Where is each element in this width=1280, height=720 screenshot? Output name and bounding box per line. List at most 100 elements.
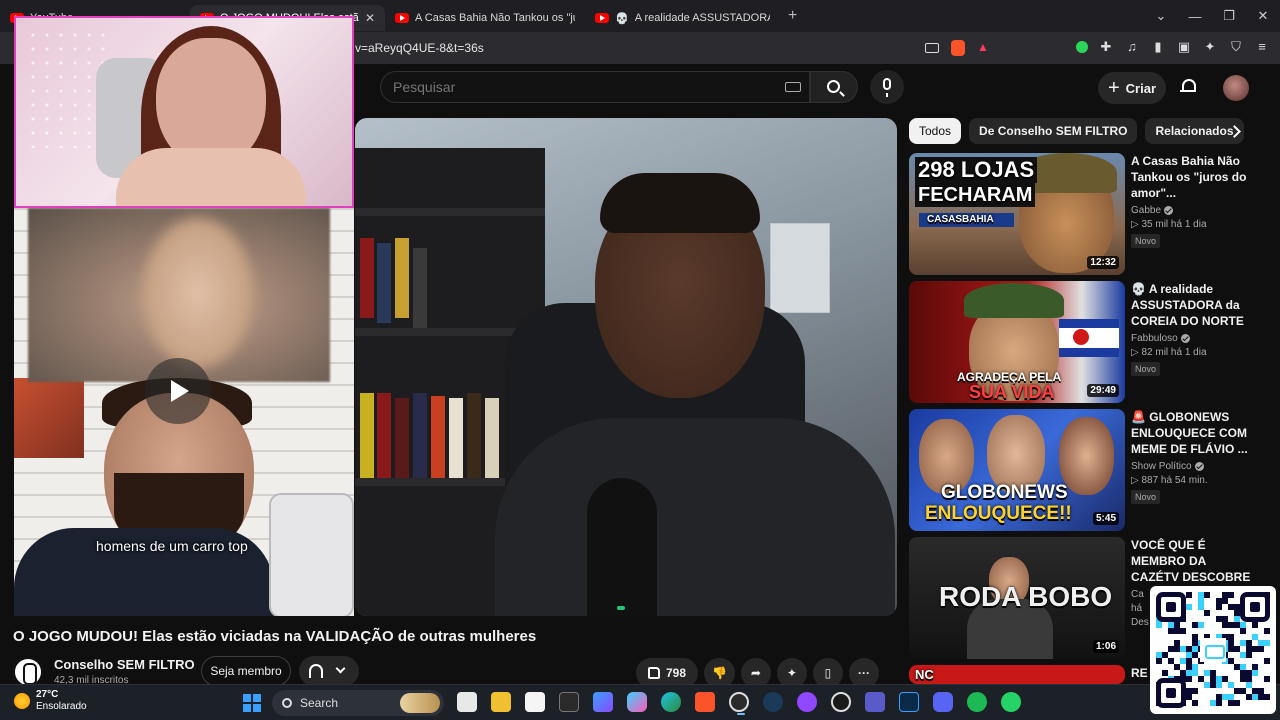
close-window-icon[interactable]: ✕ (1246, 8, 1280, 24)
filter-chips: Todos De Conselho SEM FILTRO Relacionado… (909, 118, 1244, 144)
share-icon: ➦ (750, 666, 761, 680)
spotify-icon[interactable] (967, 692, 987, 712)
video-title[interactable]: A Casas Bahia Não Tankou os "juros do am… (1131, 153, 1251, 201)
search-input[interactable] (393, 79, 773, 95)
thumbs-down-icon: 👎 (712, 666, 727, 680)
brave-shield-icon[interactable] (951, 40, 965, 56)
leo-ai-icon[interactable]: ✦ (1202, 39, 1218, 55)
verified-icon (1164, 206, 1174, 215)
tab-label: A realidade ASSUSTADORA da CO (634, 12, 770, 24)
tab-label: A Casas Bahia Não Tankou os "juros (415, 12, 575, 24)
maximize-icon[interactable]: ❐ (1212, 8, 1246, 24)
store-icon[interactable] (593, 692, 613, 712)
presenter-body (495, 418, 895, 616)
chip-todos[interactable]: Todos (909, 118, 962, 144)
minimize-icon[interactable]: — (1178, 9, 1212, 24)
teams-icon[interactable] (865, 692, 885, 712)
join-button[interactable]: Seja membro (201, 656, 291, 686)
edge-icon[interactable] (661, 692, 681, 712)
channel-name-main[interactable]: Conselho SEM FILTRO (54, 657, 195, 672)
channel-line: Gabbe (1131, 205, 1251, 216)
keyboard-icon[interactable] (785, 82, 801, 92)
channel-name[interactable]: Gabbe (1131, 205, 1161, 216)
video-thumbnail[interactable]: RODA BOBO 1:06 (909, 537, 1125, 659)
tab-list-icon[interactable]: ⌄ (1144, 8, 1178, 24)
video-title[interactable]: VOCÊ QUE É MEMBRO DA CAZÉTV DESCOBRE AGO… (1131, 537, 1251, 585)
chatgpt-icon[interactable] (831, 692, 851, 712)
browser-tab-coreia[interactable]: 💀 A realidade ASSUSTADORA da CO (585, 5, 780, 31)
channel-name[interactable]: Ca (1131, 589, 1144, 600)
taskbar-search[interactable]: Search (272, 690, 444, 716)
recommendation-item[interactable]: AGRADEÇA PELA SUA VIDA 29:49 💀 A realida… (909, 281, 1269, 403)
qr-code-overlay (1150, 586, 1276, 714)
obs-icon[interactable] (729, 692, 749, 715)
channel-avatar[interactable] (13, 657, 43, 687)
extensions-puzzle-icon[interactable]: ✚ (1098, 39, 1114, 55)
streamer-webcam (14, 16, 354, 208)
capcut-icon[interactable] (525, 692, 545, 712)
windows-start-icon[interactable] (243, 694, 261, 712)
whatsapp-icon[interactable] (1001, 692, 1021, 712)
close-tab-icon[interactable]: ✕ (365, 11, 375, 25)
thumb-headline: FECHARAM (915, 183, 1036, 207)
presenter-hair (600, 173, 760, 233)
subscribed-button[interactable] (299, 656, 359, 686)
url-text[interactable]: v=aReyqQ4UE-8&t=36s (355, 41, 484, 55)
create-button[interactable]: + Criar (1098, 72, 1166, 104)
video-player[interactable] (355, 118, 897, 616)
discord-icon[interactable] (933, 692, 953, 712)
search-button[interactable] (810, 71, 858, 103)
brave-icon[interactable] (695, 692, 715, 712)
weather-widget[interactable]: 27°C Ensolarado (14, 689, 87, 713)
recommendation-item[interactable]: GLOBONEWS ENLOUQUECE!! 5:45 🚨 GLOBONEWS … (909, 409, 1269, 531)
recommendation-item[interactable]: 298 LOJAS FECHARAM CASASBAHIA 12:32 A Ca… (909, 153, 1269, 275)
video-title-main: O JOGO MUDOU! Elas estão viciadas na VAL… (13, 628, 537, 645)
search-box (380, 71, 810, 103)
wallet-icon[interactable]: ▣ (1176, 39, 1192, 55)
video-thumbnail[interactable]: GLOBONEWS ENLOUQUECE!! 5:45 (909, 409, 1125, 531)
youtube-favicon-icon (595, 13, 609, 23)
plus-icon: + (1107, 76, 1120, 99)
brave-rewards-icon[interactable]: ▲ (977, 40, 989, 56)
fairy-lights (26, 28, 106, 148)
like-count: 798 (665, 666, 687, 680)
chevron-down-icon (335, 663, 346, 674)
photoshop-icon[interactable] (899, 692, 919, 712)
copilot-icon[interactable] (627, 692, 647, 712)
search-icon (282, 698, 292, 708)
new-tab-icon[interactable]: + (788, 7, 797, 25)
video-thumbnail[interactable]: NC (909, 665, 1125, 684)
voice-search-button[interactable] (870, 70, 904, 104)
notifications-bell-icon[interactable] (1180, 78, 1196, 94)
epic-games-icon[interactable] (559, 692, 579, 712)
user-avatar[interactable] (1223, 75, 1249, 101)
video-thumbnail[interactable]: 298 LOJAS FECHARAM CASASBAHIA 12:32 (909, 153, 1125, 275)
steam-icon[interactable] (763, 692, 783, 712)
browser-tab-casas-bahia[interactable]: A Casas Bahia Não Tankou os "juros (385, 5, 585, 31)
menu-icon[interactable]: ≡ (1254, 39, 1270, 55)
video-title[interactable]: 🚨 GLOBONEWS ENLOUQUECE COM MEME DE FLÁVI… (1131, 409, 1251, 457)
window-controls: ⌄ — ❐ ✕ (1144, 0, 1280, 32)
task-view-icon[interactable] (457, 692, 477, 712)
channel-name[interactable]: Fabbuloso (1131, 333, 1178, 344)
sidebar-icon[interactable]: ▮ (1150, 39, 1166, 55)
thumb-sign: CASASBAHIA (927, 214, 994, 225)
channel-name[interactable]: Show Político (1131, 461, 1192, 472)
video-title[interactable]: 💀 A realidade ASSUSTADORA da COREIA DO N… (1131, 281, 1251, 329)
chevron-right-icon[interactable] (1228, 124, 1242, 140)
extension-green-icon[interactable] (1076, 41, 1088, 53)
search-highlight-icon (400, 693, 440, 713)
mic-status-light (617, 606, 625, 610)
bookmark-icon: ▯ (824, 666, 832, 680)
video-thumbnail[interactable]: AGRADEÇA PELA SUA VIDA 29:49 (909, 281, 1125, 403)
painting (14, 378, 84, 458)
play-icon[interactable] (145, 358, 211, 424)
verified-icon (1180, 334, 1190, 343)
cast-icon[interactable] (925, 43, 939, 53)
vpn-shield-icon[interactable]: ⛉ (1228, 39, 1244, 55)
chip-channel[interactable]: De Conselho SEM FILTRO (969, 118, 1138, 144)
music-icon[interactable]: ♫ (1124, 39, 1140, 55)
video-duration: 5:45 (1092, 512, 1119, 525)
file-explorer-icon[interactable] (491, 692, 511, 712)
twitch-icon[interactable] (797, 692, 817, 712)
